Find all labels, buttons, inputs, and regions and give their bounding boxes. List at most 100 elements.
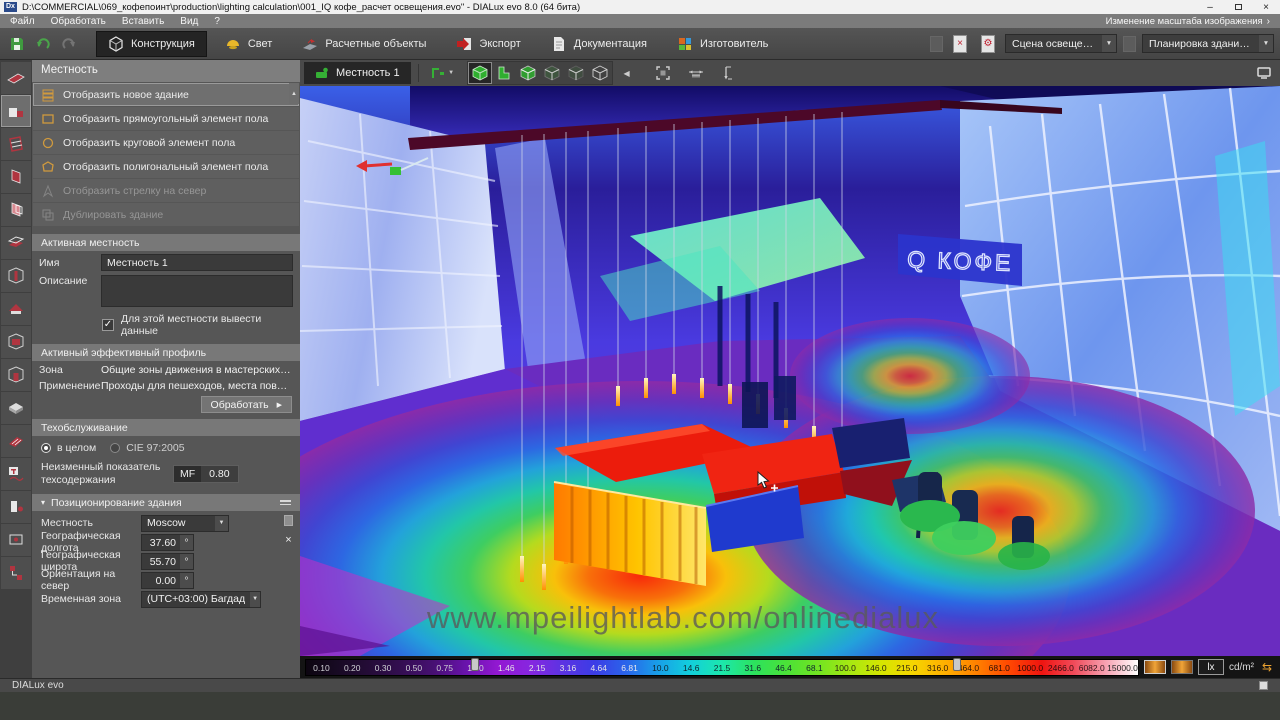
measure-button[interactable]: [684, 62, 708, 84]
north-orientation-input[interactable]: 0.00 °: [141, 571, 194, 589]
close-button[interactable]: ×: [1252, 2, 1280, 13]
tab-light[interactable]: Свет: [213, 31, 284, 57]
redo-button[interactable]: [58, 33, 80, 55]
opening-tool[interactable]: [1, 524, 31, 556]
note-icon[interactable]: [284, 515, 293, 527]
window-tool[interactable]: [1, 326, 31, 358]
area-name-input[interactable]: [101, 254, 293, 271]
pin-icon[interactable]: [280, 500, 291, 506]
mf-value-input[interactable]: 0.80: [201, 466, 238, 483]
timezone-select[interactable]: (UTC+03:00) Багдад ▼: [141, 590, 261, 608]
area-description-input[interactable]: [101, 275, 293, 307]
tab-construction[interactable]: Конструкция: [96, 30, 207, 57]
buildings-tool[interactable]: [1, 95, 31, 127]
ceiling-tool[interactable]: [1, 392, 31, 424]
falsecolor-gradient-button[interactable]: [1143, 660, 1166, 674]
undo-button[interactable]: [32, 33, 54, 55]
view-floorplan-button[interactable]: [492, 62, 516, 84]
save-button[interactable]: [6, 33, 28, 55]
menu-insert[interactable]: Вставить: [122, 16, 164, 27]
text-label-tool[interactable]: [1, 458, 31, 490]
tab-label: Свет: [247, 37, 273, 50]
menu-edit[interactable]: Обработать: [51, 16, 106, 27]
longitude-input[interactable]: 37.60 °: [141, 533, 194, 551]
clear-location-button[interactable]: ×: [285, 535, 291, 546]
material-tool[interactable]: [1, 425, 31, 457]
maximize-button[interactable]: [1224, 2, 1252, 13]
viewport-tab-site[interactable]: Местность 1: [304, 62, 411, 84]
latitude-input[interactable]: 55.70 °: [141, 552, 194, 570]
collapse-group-button[interactable]: ◀: [620, 62, 634, 84]
view-wire1-button[interactable]: [540, 62, 564, 84]
wireframe-cube-icon: [592, 65, 608, 81]
unit-luminance-button[interactable]: cd/m²: [1229, 662, 1254, 673]
output-data-checkbox[interactable]: ✓: [102, 319, 114, 331]
door-tool[interactable]: [1, 359, 31, 391]
fullscreen-button[interactable]: [1252, 62, 1276, 84]
scale-handle-low[interactable]: [470, 657, 479, 671]
save-icon: [11, 37, 23, 50]
minimize-button[interactable]: –: [1196, 2, 1224, 13]
tool-show-new-building[interactable]: Отобразить новое здание: [33, 83, 299, 106]
column-tool[interactable]: [1, 260, 31, 292]
edit-profile-label: Обработать: [210, 398, 269, 411]
menu-help[interactable]: ?: [214, 16, 220, 27]
assembly-icon: [10, 566, 22, 580]
floor-element-tool[interactable]: [1, 227, 31, 259]
storey-tool[interactable]: [1, 128, 31, 160]
falsecolor-steps-button[interactable]: [1170, 660, 1193, 674]
radio-cie[interactable]: [110, 443, 121, 453]
opening-icon: [9, 534, 23, 545]
collapse-icon[interactable]: ▾: [41, 498, 45, 507]
partition-wall-tool[interactable]: [1, 194, 31, 226]
scale-tick-label: 0.10: [313, 662, 330, 673]
scale-tick-label: 6.81: [621, 662, 638, 673]
scale-tick-label: 15000.0: [1107, 662, 1138, 673]
location-select[interactable]: Moscow ▼: [141, 514, 229, 532]
view-mode-dropdown[interactable]: ▼: [426, 62, 460, 84]
tab-manufacturer[interactable]: Изготовитель: [665, 31, 780, 57]
layout-toggle-icon[interactable]: [1259, 681, 1268, 690]
location-label: Местность: [41, 517, 93, 530]
menu-view[interactable]: Вид: [180, 16, 198, 27]
tool-show-rect-floor[interactable]: Отобразить прямоугольный элемент пола: [33, 107, 299, 130]
tab-calc-objects[interactable]: Расчетные объекты: [290, 31, 438, 57]
roof-tool[interactable]: [1, 293, 31, 325]
menu-file[interactable]: Файл: [10, 16, 35, 27]
wall-tool[interactable]: [1, 161, 31, 193]
assembly-tool[interactable]: [1, 557, 31, 589]
scale-tick-label: 681.0: [988, 662, 1010, 673]
view-solid-button[interactable]: [467, 62, 492, 84]
swap-arrows-icon[interactable]: ⇆: [1262, 660, 1272, 674]
tool-show-circle-floor[interactable]: Отобразить круговой элемент пола: [33, 131, 299, 154]
unit-lux-button[interactable]: lx: [1197, 659, 1224, 675]
cancel-calculation-button[interactable]: ×: [949, 33, 971, 55]
scale-tick-label: 146.0: [865, 662, 887, 673]
view-wire3-button[interactable]: [588, 62, 612, 84]
light-scene-select[interactable]: Сцена освещения 1 ▼: [1005, 34, 1117, 53]
tab-documentation[interactable]: Документация: [539, 31, 659, 57]
site-tool[interactable]: [1, 62, 31, 94]
calculation-settings-button[interactable]: ⚙: [977, 33, 999, 55]
radio-overall-label: в целом: [57, 442, 97, 454]
storey-icon: [9, 136, 23, 152]
dimension-button[interactable]: [715, 62, 739, 84]
wireframe-cube-icon: [568, 65, 584, 81]
tool-show-polygon-floor[interactable]: Отобразить полигональный элемент пола: [33, 155, 299, 178]
degree-unit: °: [180, 553, 193, 569]
edit-profile-button[interactable]: Обработать ▶: [200, 396, 292, 413]
false-color-strip[interactable]: 0.100.200.300.500.751.001.462.153.164.64…: [305, 657, 1139, 676]
roof-icon: [9, 304, 23, 314]
zoom-fit-button[interactable]: [651, 62, 675, 84]
timezone-label: Временная зона: [41, 593, 121, 606]
scrollbar-up-button[interactable]: ▲: [289, 83, 299, 104]
image-scale-menu[interactable]: Изменение масштаба изображения ›: [1106, 16, 1270, 27]
furniture-tool[interactable]: [1, 491, 31, 523]
radio-overall[interactable]: [41, 443, 51, 453]
view-wire2-button[interactable]: [564, 62, 588, 84]
building-layout-select[interactable]: Планировка здания и в... ▼: [1142, 34, 1274, 53]
render-3d-scene[interactable]: Q КОФЕ www.mpeilightlab.com/onlinedialux: [300, 86, 1280, 656]
scale-handle-high[interactable]: [953, 657, 962, 671]
view-shaded-button[interactable]: [516, 62, 540, 84]
tab-export[interactable]: Экспорт: [444, 31, 532, 57]
